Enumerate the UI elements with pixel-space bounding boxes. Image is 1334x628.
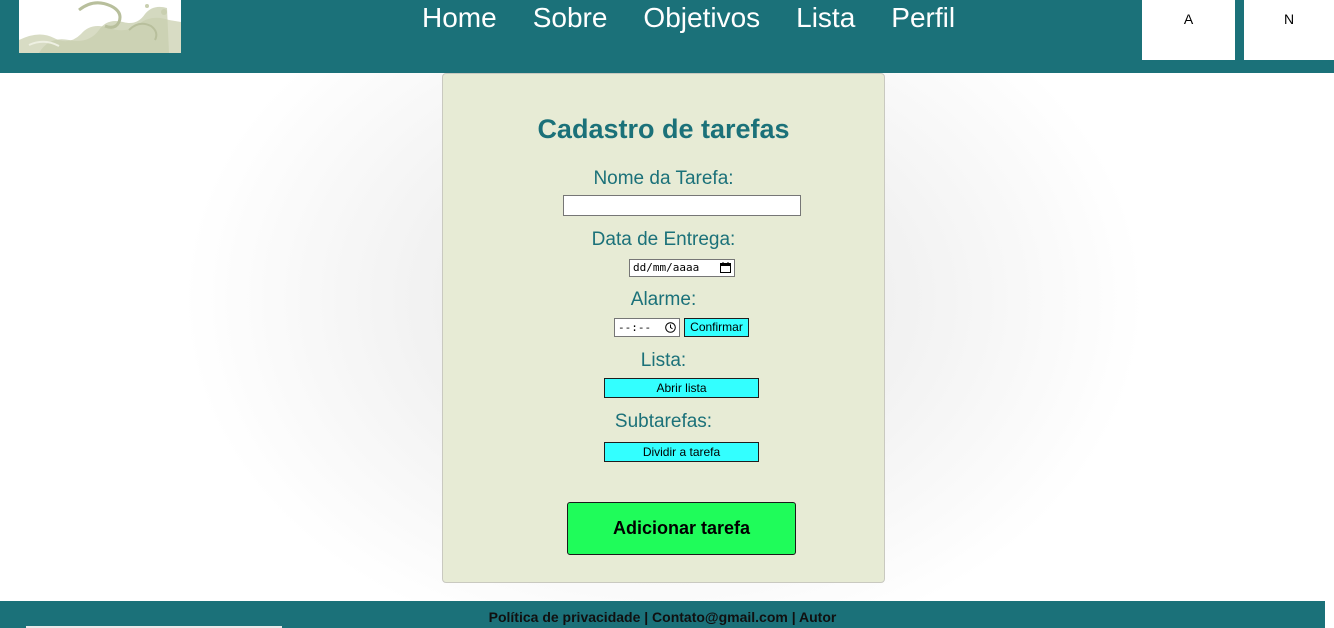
site-logo[interactable]	[19, 0, 181, 53]
form-title: Cadastro de tarefas	[537, 114, 790, 144]
a-button[interactable]: A	[1142, 0, 1235, 60]
list-label: Lista:	[640, 350, 687, 371]
alarm-label: Alarme:	[630, 289, 697, 310]
alarm-placeholder: --:--	[618, 321, 652, 334]
nav-lista[interactable]: Lista	[796, 0, 855, 40]
due-date-input[interactable]: dd/mm/aaaa	[629, 259, 735, 277]
alarm-time-input[interactable]: --:--	[614, 318, 680, 337]
due-date-label: Data de Entrega:	[591, 229, 736, 250]
calendar-icon[interactable]	[720, 262, 731, 273]
footer-links[interactable]: Política de privacidade | Contato@gmail.…	[0, 609, 1325, 625]
nav-sobre[interactable]: Sobre	[533, 0, 608, 40]
confirm-alarm-button[interactable]: Confirmar	[684, 318, 749, 337]
footer: Política de privacidade | Contato@gmail.…	[0, 601, 1325, 628]
nav-home[interactable]: Home	[422, 0, 497, 40]
nav-perfil[interactable]: Perfil	[891, 0, 955, 40]
clock-icon[interactable]	[665, 322, 676, 333]
task-name-label: Nome da Tarefa:	[593, 168, 734, 189]
nav-objetivos[interactable]: Objetivos	[643, 0, 760, 40]
add-task-button[interactable]: Adicionar tarefa	[567, 502, 796, 555]
subtasks-label: Subtarefas:	[614, 411, 713, 432]
due-date-placeholder: dd/mm/aaaa	[633, 261, 700, 274]
open-list-button[interactable]: Abrir lista	[604, 378, 759, 398]
n-button[interactable]: N	[1244, 0, 1334, 60]
task-form-card: Cadastro de tarefas Nome da Tarefa: Data…	[442, 73, 885, 583]
task-name-input[interactable]	[563, 195, 801, 216]
split-task-button[interactable]: Dividir a tarefa	[604, 442, 759, 462]
top-navbar: Home Sobre Objetivos Lista Perfil A N	[0, 0, 1334, 73]
main-nav: Home Sobre Objetivos Lista Perfil	[422, 0, 955, 40]
